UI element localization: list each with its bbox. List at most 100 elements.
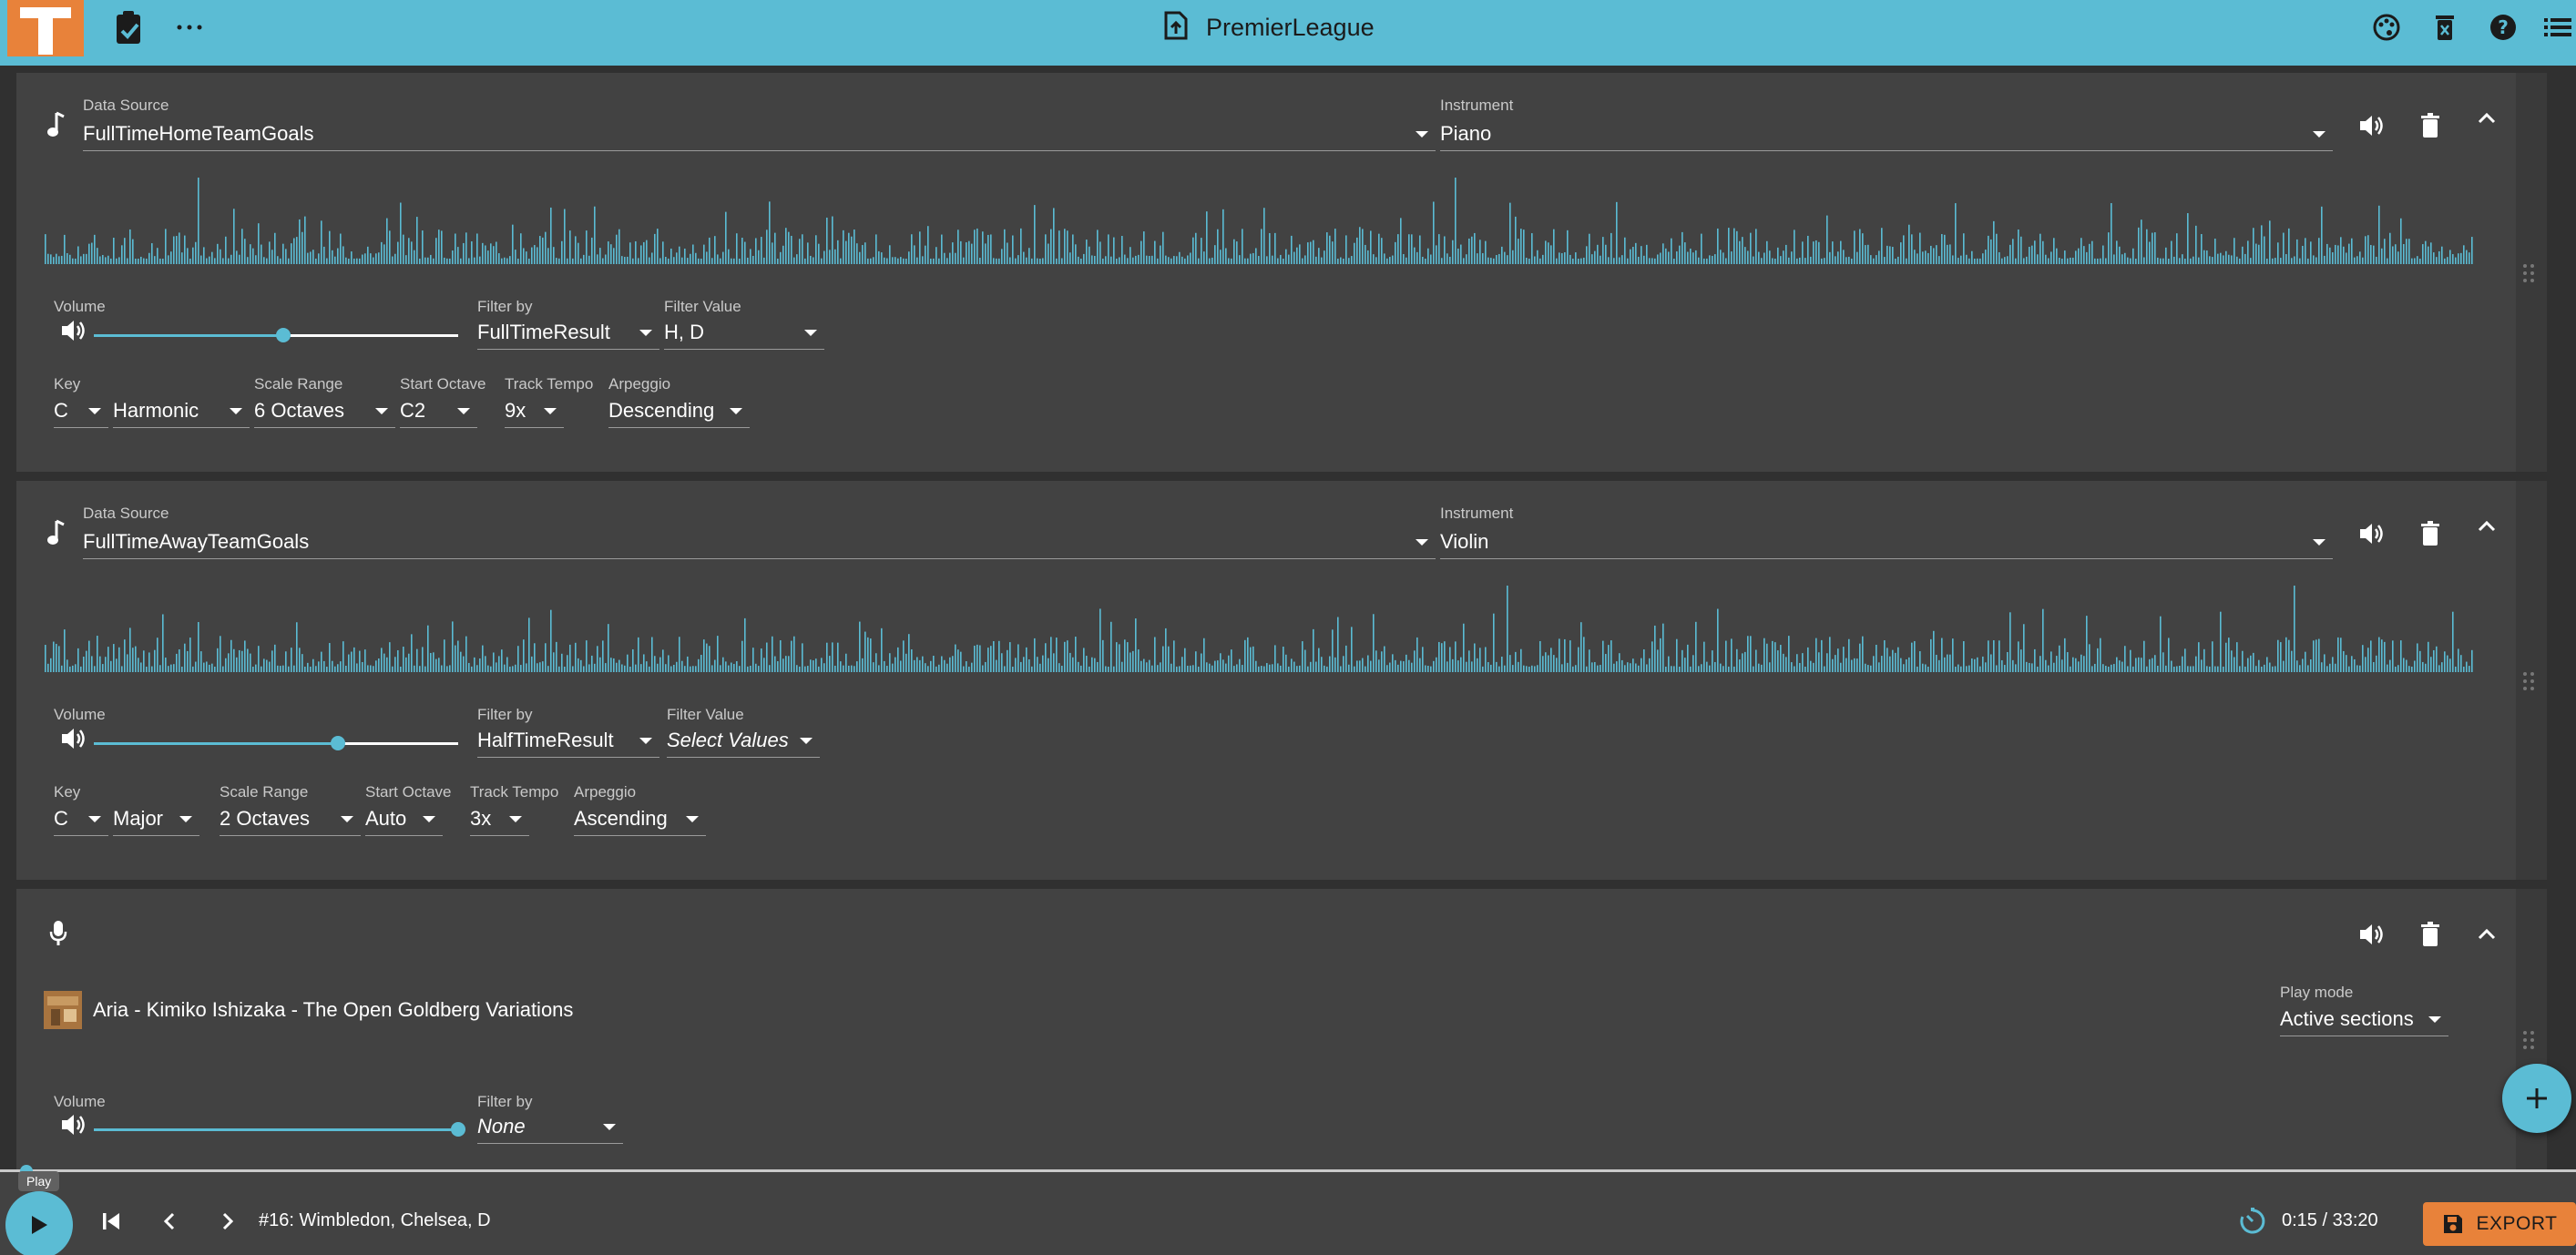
waveform-bar	[326, 258, 328, 264]
waveform-bar	[843, 665, 844, 672]
scale-select[interactable]: Harmonic	[113, 395, 250, 428]
more-horizontal-icon[interactable]	[169, 7, 210, 47]
waveform-bar	[583, 254, 585, 264]
palette-icon[interactable]	[2366, 7, 2407, 47]
filter-by-select[interactable]: None	[477, 1111, 623, 1144]
waveform-bar	[1310, 241, 1312, 264]
waveform-bar	[818, 243, 820, 264]
play-button[interactable]	[5, 1191, 73, 1255]
drag-handle-icon[interactable]	[2521, 1029, 2536, 1051]
volume-icon[interactable]	[60, 319, 86, 347]
list-icon[interactable]	[2538, 7, 2576, 47]
clipboard-check-icon[interactable]	[109, 7, 149, 47]
waveform-bar	[1668, 656, 1670, 672]
waveform-bar	[1668, 251, 1670, 264]
slider-thumb[interactable]	[331, 736, 345, 750]
previous-button[interactable]	[160, 1211, 179, 1236]
waveform-bar	[1444, 641, 1446, 672]
chevron-down-icon	[639, 738, 652, 744]
waveform-bar	[353, 258, 355, 264]
waveform-bar	[291, 648, 292, 672]
waveform-bar	[1758, 251, 1760, 264]
waveform-bar	[1419, 235, 1421, 264]
volume-icon[interactable]	[2353, 107, 2389, 144]
volume-icon[interactable]	[2353, 515, 2389, 552]
waveform-bar	[591, 655, 593, 672]
scale-select[interactable]: Major	[113, 803, 199, 836]
waveform-bar	[2359, 665, 2361, 672]
waveform-bar	[1250, 253, 1252, 264]
waveform-bar	[1564, 251, 1566, 264]
help-icon[interactable]: ?	[2483, 7, 2523, 47]
file-upload-icon[interactable]	[1164, 11, 1188, 45]
waveform-bar	[342, 641, 344, 672]
delete-track-button[interactable]	[2412, 107, 2448, 144]
waveform-bar	[220, 636, 221, 672]
instrument-select[interactable]: Violin	[1440, 526, 2333, 559]
waveform-bar	[1214, 245, 1216, 264]
waveform-bar	[222, 666, 224, 672]
instrument-select[interactable]: Piano	[1440, 118, 2333, 151]
delete-track-button[interactable]	[2412, 515, 2448, 552]
waveform-bar	[1457, 248, 1459, 264]
waveform-bar	[2463, 666, 2465, 672]
waveform-bar	[375, 253, 377, 264]
scale-range-select[interactable]: 6 Octaves	[254, 395, 395, 428]
filter-by-select[interactable]: FullTimeResult	[477, 317, 659, 350]
waveform-bar	[2455, 257, 2457, 264]
app-logo[interactable]	[7, 0, 84, 56]
start-octave-select[interactable]: Auto	[365, 803, 443, 836]
clear-all-icon[interactable]	[2425, 7, 2465, 47]
waveform-bar	[2108, 666, 2110, 672]
waveform-bar	[840, 661, 842, 672]
filter-value-select[interactable]: H, D	[664, 317, 824, 350]
delete-track-button[interactable]	[2412, 916, 2448, 953]
filter-by-select[interactable]: HalfTimeResult	[477, 725, 659, 758]
data-source-select[interactable]: FullTimeAwayTeamGoals	[83, 526, 1436, 559]
play-mode-select[interactable]: Active sections	[2280, 1004, 2448, 1036]
skip-to-start-button[interactable]	[100, 1211, 122, 1236]
waveform-bar	[657, 229, 659, 264]
filter-value-select[interactable]: Select Values	[667, 725, 820, 758]
waveform-bar	[2201, 659, 2203, 672]
arpeggio-select[interactable]: Descending	[608, 395, 750, 428]
timer-icon[interactable]	[2239, 1208, 2266, 1240]
waveform-bar	[195, 241, 197, 264]
waveform-bar	[203, 247, 205, 264]
slider-thumb[interactable]	[276, 328, 291, 342]
waveform-bar	[681, 660, 683, 672]
data-source-select[interactable]: FullTimeHomeTeamGoals	[83, 118, 1436, 151]
waveform-bar	[1851, 258, 1853, 264]
start-octave-select[interactable]: C2	[400, 395, 477, 428]
track-tempo-select[interactable]: 3x	[470, 803, 529, 836]
export-button[interactable]: EXPORT	[2423, 1202, 2576, 1246]
collapse-chevron-up-icon[interactable]	[2469, 100, 2505, 137]
key-value: C	[54, 399, 68, 422]
waveform-bar	[2400, 640, 2402, 672]
waveform-bar	[1444, 236, 1446, 264]
volume-slider[interactable]	[94, 328, 458, 342]
volume-icon[interactable]	[2353, 916, 2389, 953]
collapse-chevron-up-icon[interactable]	[2469, 508, 2505, 545]
waveform-bar	[1616, 201, 1618, 264]
waveform-bar	[1638, 256, 1640, 264]
track-tempo-select[interactable]: 9x	[505, 395, 564, 428]
volume-slider[interactable]	[94, 1122, 465, 1137]
progress-track[interactable]	[0, 1169, 2576, 1172]
key-select[interactable]: C	[54, 803, 108, 836]
next-button[interactable]	[219, 1211, 237, 1236]
add-track-button[interactable]	[2502, 1064, 2571, 1133]
arpeggio-select[interactable]: Ascending	[574, 803, 706, 836]
drag-handle-icon[interactable]	[2521, 262, 2536, 284]
drag-handle-icon[interactable]	[2521, 670, 2536, 692]
key-select[interactable]: C	[54, 395, 108, 428]
volume-slider[interactable]	[94, 736, 458, 750]
collapse-chevron-up-icon[interactable]	[2469, 916, 2505, 953]
volume-icon[interactable]	[60, 1113, 86, 1141]
slider-thumb[interactable]	[451, 1122, 465, 1137]
volume-icon[interactable]	[60, 727, 86, 755]
now-playing-text: #16: Wimbledon, Chelsea, D	[259, 1210, 491, 1230]
scale-range-select[interactable]: 2 Octaves	[220, 803, 361, 836]
waveform-bar	[1149, 659, 1150, 672]
waveform-bar	[889, 653, 891, 672]
